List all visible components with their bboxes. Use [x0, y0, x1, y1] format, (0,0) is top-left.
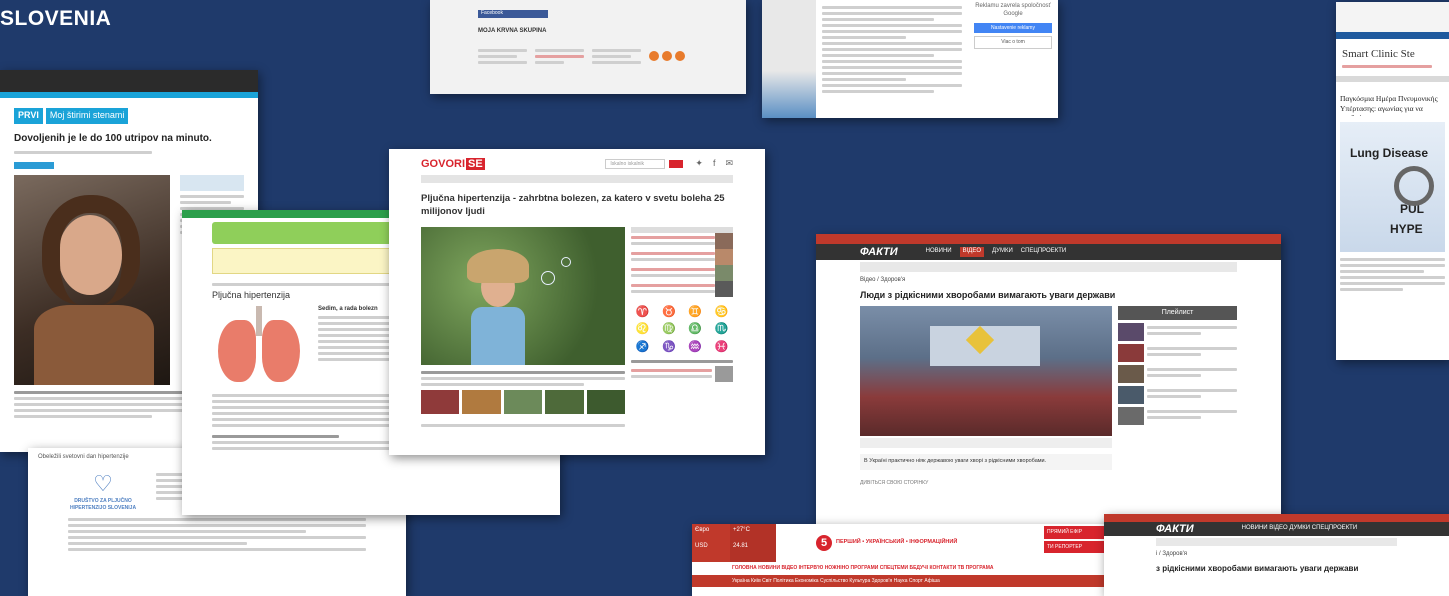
top-bar: [0, 70, 258, 92]
playlist-item[interactable]: [1118, 406, 1237, 425]
screenshot-slovak-article: Reklamu zavrela spoločnosť Google Nastav…: [762, 0, 1058, 118]
article-headline: Pljučna hipertenzija - zahrbtna bolezen,…: [421, 193, 725, 218]
playlist-header: Плейлист: [1118, 306, 1237, 320]
hair: [42, 194, 140, 305]
left-photo: [762, 0, 816, 118]
reporter-button[interactable]: ТИ РЕПОРТЕР: [1044, 540, 1110, 553]
icon-circle-2: [662, 51, 672, 62]
search-button[interactable]: [669, 160, 684, 169]
screenshot-smart-clinic: Smart Clinic Ste Παγκόσμια Ημέρα Πνευμον…: [1336, 2, 1449, 360]
top-strip: [1336, 2, 1449, 32]
screenshot-5-kanal: Євро USD +27°C 24.81 5 ПЕРШИЙ • УКРАЇНСЬ…: [692, 524, 1112, 596]
side-thumb: [180, 174, 244, 191]
temperature: +27°C: [733, 527, 750, 533]
section-label: Moj štirimi stenami: [45, 108, 129, 124]
nav-item-1[interactable]: ВІДЕО: [959, 247, 985, 257]
headline: з рідкісними хворобами вимагають уваги д…: [1156, 563, 1359, 573]
video-headline: Люди з рідкісними хворобами вимагають ув…: [860, 289, 1116, 300]
nav-item-3[interactable]: СПЕЦПРОЕКТИ: [1021, 248, 1066, 256]
lung-disease-image: Lung Disease PUL HYPE: [1340, 122, 1445, 253]
association-logo: ♡ DRUŠTVO ZA PLJUČNO HIPERTENZIJO SLOVEN…: [69, 470, 137, 511]
portrait-photo: [14, 174, 170, 385]
blue-nav: [1336, 32, 1449, 39]
live-button[interactable]: ПРЯМИЙ ЕФІР: [1044, 526, 1110, 539]
site-title: Smart Clinic Ste: [1342, 48, 1415, 60]
nav-bar: [421, 175, 733, 184]
ad-settings-button[interactable]: Nastavenie reklamy: [974, 22, 1052, 34]
facebook-button[interactable]: Facebook: [478, 10, 548, 18]
thumb-4[interactable]: [545, 389, 584, 414]
screenshot-fakty-video: ФАКТИ НОВИНИ ВІДЕО ДУМКИ СПЕЦПРОЕКТИ Від…: [816, 234, 1281, 528]
site-label: MOJA KRVNA SKUPINA: [478, 28, 547, 34]
playlist-item[interactable]: [1118, 343, 1237, 362]
tabs: [1336, 76, 1449, 83]
screenshot-fakty-second: ФАКТИ НОВИНИ ВІДЕО ДУМКИ СПЕЦПРОЕКТИ і /…: [1104, 514, 1449, 596]
subnav: [1156, 538, 1397, 546]
mail-icon[interactable]: ✉: [725, 158, 733, 170]
icon-circle-1: [649, 51, 659, 62]
meta-line: [14, 150, 152, 154]
lungs-illustration: [212, 305, 308, 386]
nav-item-2[interactable]: ДУМКИ: [992, 248, 1013, 256]
channel-name: ПЕРШИЙ • УКРАЇНСЬКИЙ • ІНФОРМАЦІЙНИЙ: [836, 539, 958, 546]
subnav: [860, 262, 1237, 272]
usd-rate: 24.81: [733, 542, 749, 549]
girl-bubbles-photo: [421, 226, 625, 365]
playlist-item[interactable]: [1118, 385, 1237, 404]
icon-circle-3: [675, 51, 685, 62]
search-input[interactable]: Iskalno iskalnik: [605, 158, 666, 170]
facebook-icon[interactable]: f: [713, 158, 716, 170]
headline: Dovoljenih je le do 100 utripov na minut…: [14, 132, 212, 144]
twitter-icon[interactable]: ✦: [695, 158, 703, 170]
top-strip: [1104, 514, 1449, 522]
thumb-2[interactable]: [462, 389, 501, 414]
video-caption: В Україні практично ніяк державою уваги …: [860, 454, 1112, 470]
breadcrumb[interactable]: Відео / Здоров'я: [860, 277, 1237, 285]
scarf: [34, 304, 154, 385]
footer-link[interactable]: ДИВІТЬСЯ СВОЮ СТОРІНКУ: [860, 480, 1112, 487]
ad-title: Reklamu zavrela spoločnosť Google: [975, 3, 1051, 17]
thumb-3[interactable]: [503, 389, 543, 414]
video-controls[interactable]: [860, 438, 1112, 449]
ad-more-link[interactable]: Viac o tom: [974, 36, 1052, 49]
nav[interactable]: НОВИНИ ВІДЕО ДУМКИ СПЕЦПРОЕКТИ: [1242, 525, 1358, 533]
top-strip: [816, 234, 1281, 244]
thumb-5[interactable]: [586, 389, 626, 414]
screenshot-govori-se: GOVORI SE Iskalno iskalnik ✦ f ✉ Pljučna …: [389, 149, 765, 455]
thumb-1[interactable]: [421, 389, 460, 414]
fakty-logo: ФАКТИ: [860, 245, 898, 258]
article-headline: Παγκόσμια Ημέρα Πνευμονικής Υπέρτασης: α…: [1340, 94, 1438, 116]
video-player[interactable]: [860, 306, 1112, 437]
prvi-badge: PRVI: [14, 108, 43, 124]
channel-logo: 5: [816, 535, 832, 551]
share-button[interactable]: [14, 161, 54, 169]
page-heading: SLOVENIA: [0, 7, 112, 30]
horoscope-grid: ♈ ♉ ♊ ♋ ♌ ♍ ♎ ♏ ♐ ♑ ♒ ♓: [635, 305, 729, 353]
screenshot-krvna-skupina: Facebook MOJA KRVNA SKUPINA: [430, 0, 746, 94]
heart-lungs-icon: ♡: [93, 470, 113, 496]
playlist-item[interactable]: [1118, 364, 1237, 383]
nav-item-0[interactable]: НОВИНИ: [926, 248, 952, 256]
breadcrumb[interactable]: і / Здоров'я: [1156, 551, 1397, 559]
sub-nav[interactable]: Україна Київ Світ Політика Економіка Сус…: [692, 574, 1112, 587]
govori-logo: GOVORI SE: [421, 158, 485, 170]
playlist-item[interactable]: [1118, 322, 1237, 341]
main-nav[interactable]: ГОЛОВНА НОВИНИ ВІДЕО ІНТЕРВ'Ю НОЖНІНО ПР…: [692, 562, 1112, 575]
fakty-logo: ФАКТИ: [1156, 522, 1194, 535]
